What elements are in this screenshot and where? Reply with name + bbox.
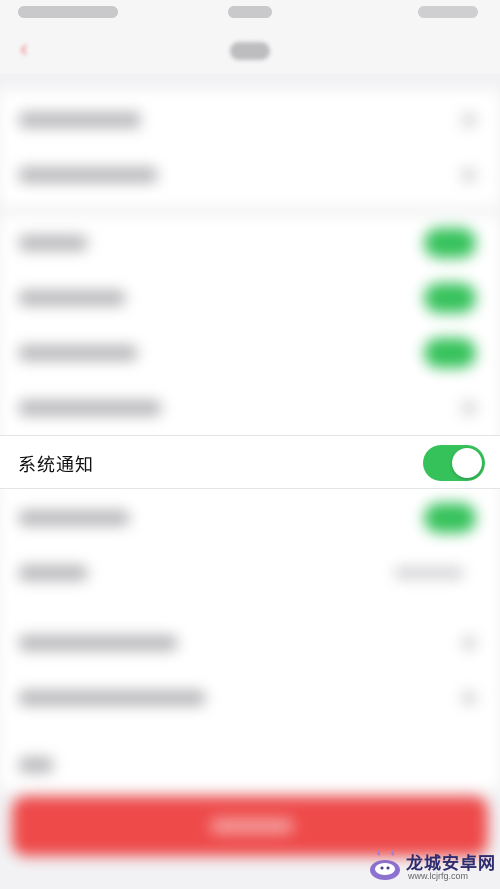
list-item-label — [18, 690, 206, 706]
list-item[interactable] — [0, 491, 500, 545]
back-arrow-icon[interactable]: ‹ — [20, 37, 42, 61]
chevron-right-icon — [462, 691, 476, 705]
system-notification-toggle[interactable] — [423, 445, 485, 481]
watermark-logo-icon — [370, 850, 400, 880]
list-item-label — [18, 290, 126, 306]
watermark-url: www.lcjrfg.com — [408, 871, 469, 881]
list-item[interactable] — [0, 93, 500, 147]
list-item-label — [18, 565, 88, 581]
list-item-label — [18, 400, 162, 416]
chevron-right-icon — [462, 113, 476, 127]
list-item[interactable] — [0, 326, 500, 380]
primary-action-label — [210, 818, 294, 834]
list-item[interactable] — [0, 271, 500, 325]
nav-bar: ‹ — [0, 28, 500, 74]
list-item[interactable] — [0, 148, 500, 202]
toggle-switch[interactable] — [424, 228, 476, 258]
toggle-switch[interactable] — [424, 503, 476, 533]
watermark: 龙城安卓网 www.lcjrfg.com — [368, 846, 500, 889]
toggle-switch[interactable] — [424, 338, 476, 368]
chevron-right-icon — [462, 636, 476, 650]
chevron-right-icon — [462, 168, 476, 182]
list-item[interactable] — [0, 381, 500, 435]
status-bar — [0, 0, 500, 28]
list-item-label — [18, 345, 138, 361]
list-item-label — [18, 235, 88, 251]
page-title — [230, 42, 270, 60]
system-notification-label: 系统通知 — [18, 455, 94, 475]
list-item[interactable] — [0, 671, 500, 725]
carrier-signal — [18, 6, 118, 18]
status-time — [228, 6, 272, 18]
list-item-label — [18, 167, 158, 183]
toggle-switch[interactable] — [424, 283, 476, 313]
toggle-knob — [452, 448, 482, 478]
settings-row-system-notification[interactable]: 系统通知 — [0, 435, 500, 489]
list-item[interactable] — [0, 738, 500, 792]
battery-indicator — [418, 6, 478, 18]
settings-group-1 — [0, 90, 500, 206]
chevron-right-icon — [462, 401, 476, 415]
list-item-label — [18, 510, 130, 526]
list-item-label — [18, 757, 54, 773]
list-item-value — [394, 567, 464, 579]
list-item[interactable] — [0, 616, 500, 670]
settings-group-3 — [0, 740, 500, 790]
list-item[interactable] — [0, 216, 500, 270]
list-item-label — [18, 635, 178, 651]
list-item[interactable] — [0, 546, 500, 600]
